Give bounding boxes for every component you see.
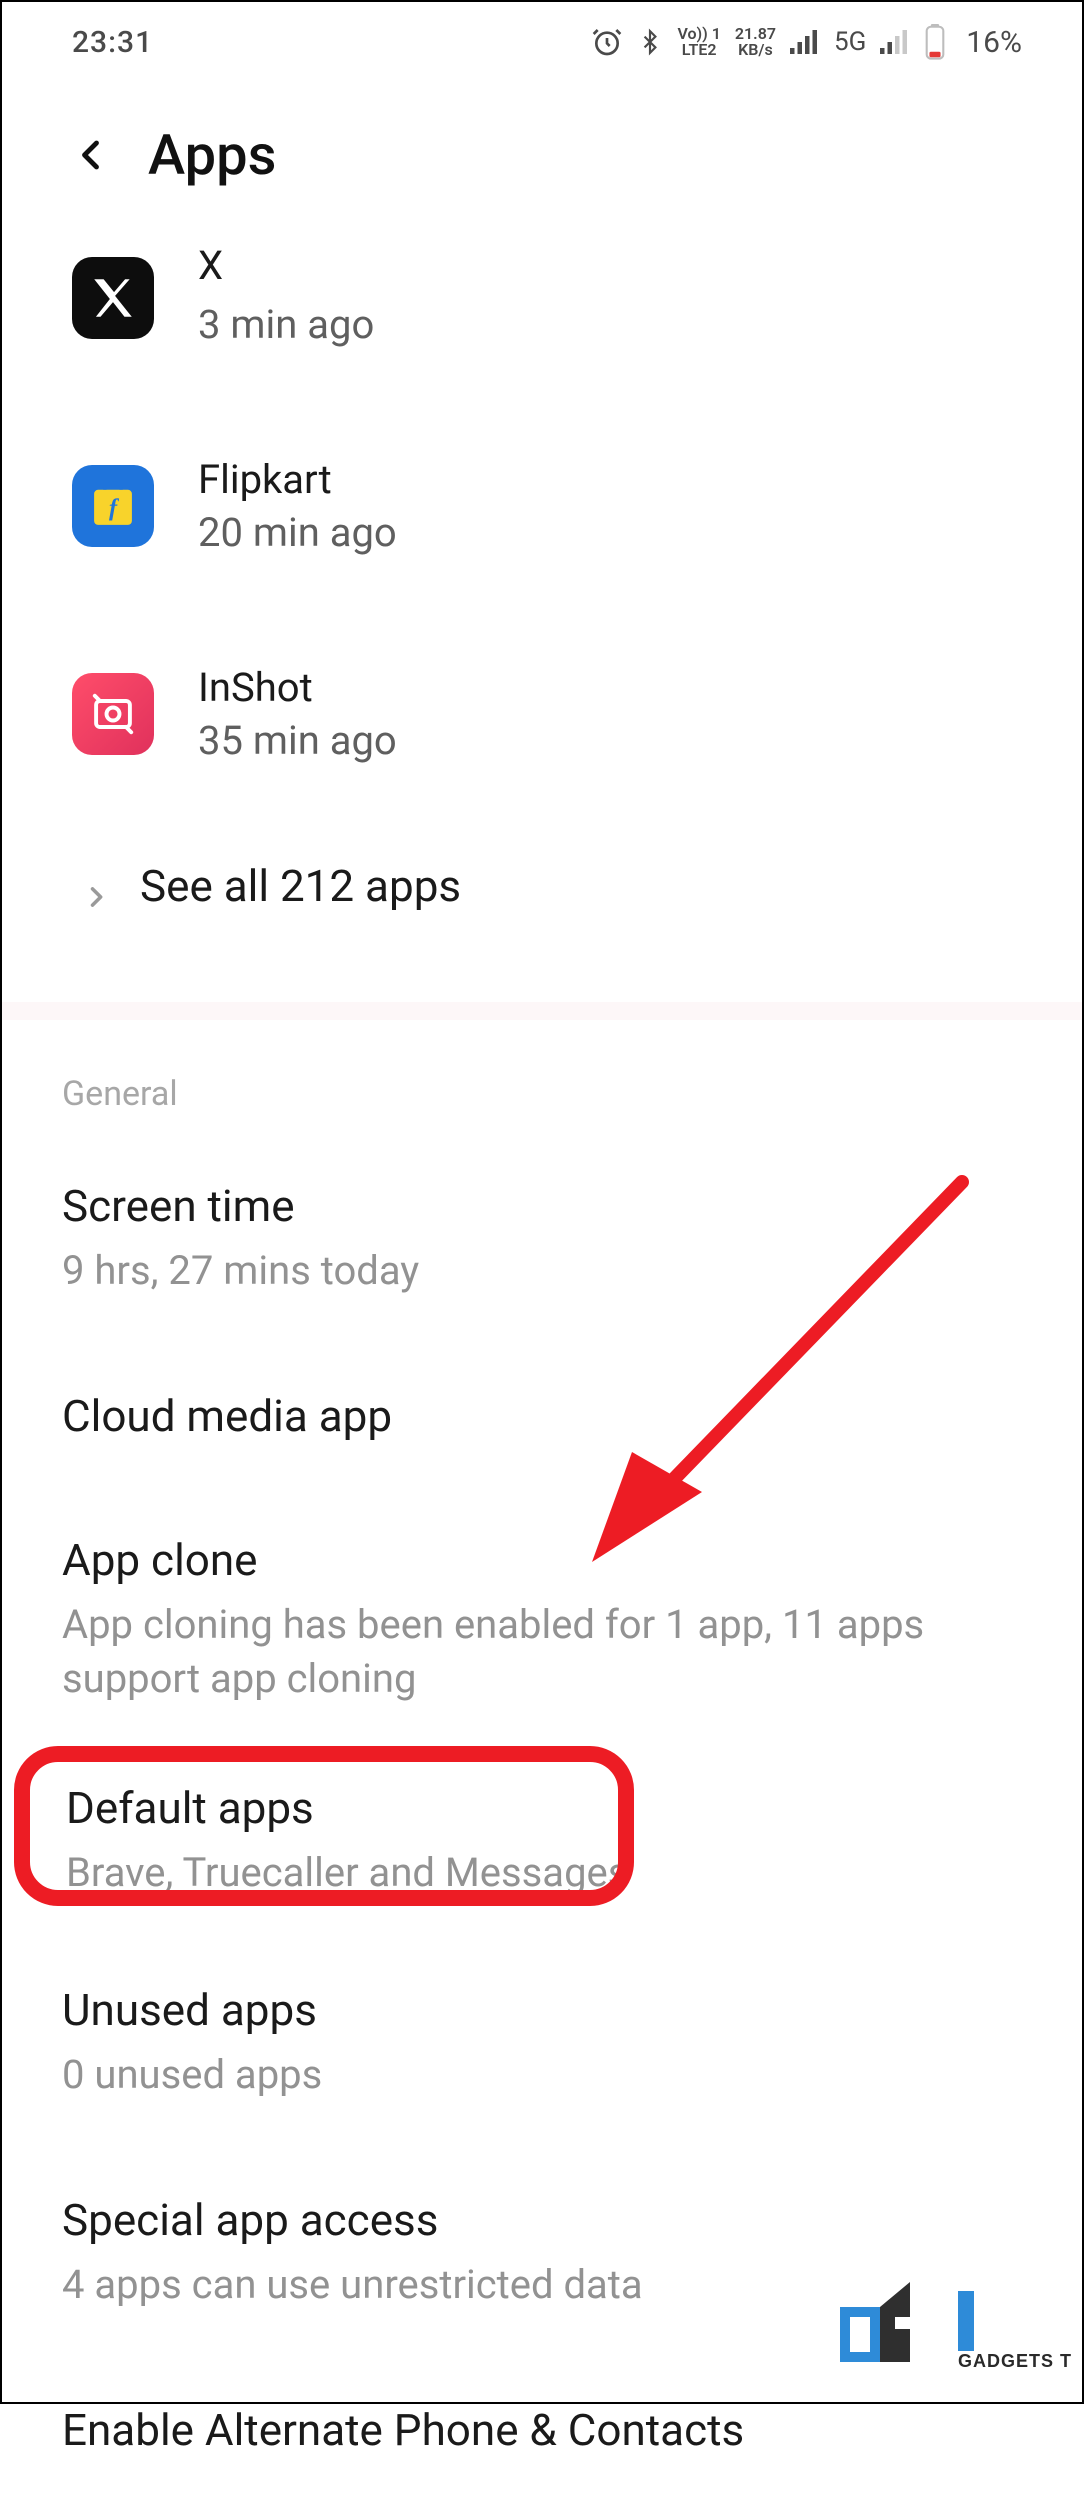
- app-subtext: 35 min ago: [198, 717, 397, 764]
- watermark-text: GADGETS T: [958, 2351, 1072, 2372]
- unused-apps-item[interactable]: Unused apps 0 unused apps: [2, 1930, 1082, 2148]
- signal-icon: [790, 29, 820, 55]
- recent-app-flipkart[interactable]: f Flipkart 20 min ago: [2, 432, 1082, 580]
- inshot-app-icon: [72, 673, 154, 755]
- volte-indicator: Vo)) 1 LTE2: [677, 26, 720, 58]
- app-subtext: 3 min ago: [198, 301, 374, 348]
- recent-app-x[interactable]: X 3 min ago: [2, 248, 1082, 372]
- network-type: 5G: [834, 27, 866, 57]
- page-title: Apps: [148, 122, 276, 188]
- setting-title: Unused apps: [62, 1984, 1022, 2036]
- app-name: Flipkart: [198, 456, 397, 503]
- signal-icon-2: [880, 29, 910, 55]
- status-right: Vo)) 1 LTE2 21.87 KB/s 5G 16%: [591, 24, 1022, 60]
- x-app-icon: [72, 257, 154, 339]
- setting-title: Special app access: [62, 2194, 1022, 2246]
- alarm-icon: [591, 26, 623, 58]
- watermark-bar: [958, 2291, 974, 2351]
- screen-time-item[interactable]: Screen time 9 hrs, 27 mins today: [2, 1134, 1082, 1344]
- setting-title: Screen time: [62, 1180, 1022, 1232]
- status-time: 23:31: [72, 25, 153, 60]
- setting-title: Cloud media app: [62, 1390, 1022, 1442]
- cloud-media-item[interactable]: Cloud media app: [2, 1344, 1082, 1488]
- header: Apps: [2, 82, 1082, 248]
- status-bar: 23:31 Vo)) 1 LTE2 21.87 KB/s 5G 16%: [2, 2, 1082, 82]
- section-divider: [2, 1002, 1082, 1020]
- network-speed: 21.87 KB/s: [735, 26, 776, 58]
- setting-desc: App cloning has been enabled for 1 app, …: [62, 1598, 1022, 1706]
- recent-app-inshot[interactable]: InShot 35 min ago: [2, 640, 1082, 788]
- setting-title: Enable Alternate Phone & Contacts: [62, 2404, 1022, 2456]
- app-name: X: [198, 242, 374, 289]
- chevron-right-icon: [82, 870, 114, 902]
- setting-title: Default apps: [66, 1782, 1018, 1834]
- app-subtext: 20 min ago: [198, 509, 397, 556]
- chevron-left-icon: [74, 129, 110, 181]
- setting-title: App clone: [62, 1534, 1022, 1586]
- app-name: InShot: [198, 664, 397, 711]
- watermark: GADGETS T: [840, 2282, 1072, 2372]
- setting-desc: Brave, Truecaller and Messages: [66, 1846, 1018, 1900]
- see-all-label: See all 212 apps: [140, 860, 461, 912]
- setting-desc: 9 hrs, 27 mins today: [62, 1244, 1022, 1298]
- enable-alternate-item[interactable]: Enable Alternate Phone & Contacts: [2, 2358, 1082, 2502]
- flipkart-app-icon: f: [72, 465, 154, 547]
- default-apps-item[interactable]: Default apps Brave, Truecaller and Messa…: [6, 1752, 1078, 1930]
- see-all-apps[interactable]: See all 212 apps: [2, 788, 1082, 1002]
- general-section-label: General: [2, 1020, 1082, 1134]
- watermark-logo-icon: [840, 2282, 950, 2372]
- bluetooth-icon: [637, 26, 663, 58]
- back-button[interactable]: [72, 135, 112, 175]
- setting-desc: 0 unused apps: [62, 2048, 1022, 2102]
- battery-percent: 16%: [966, 25, 1022, 60]
- app-clone-item[interactable]: App clone App cloning has been enabled f…: [2, 1488, 1082, 1752]
- battery-icon: [924, 24, 946, 60]
